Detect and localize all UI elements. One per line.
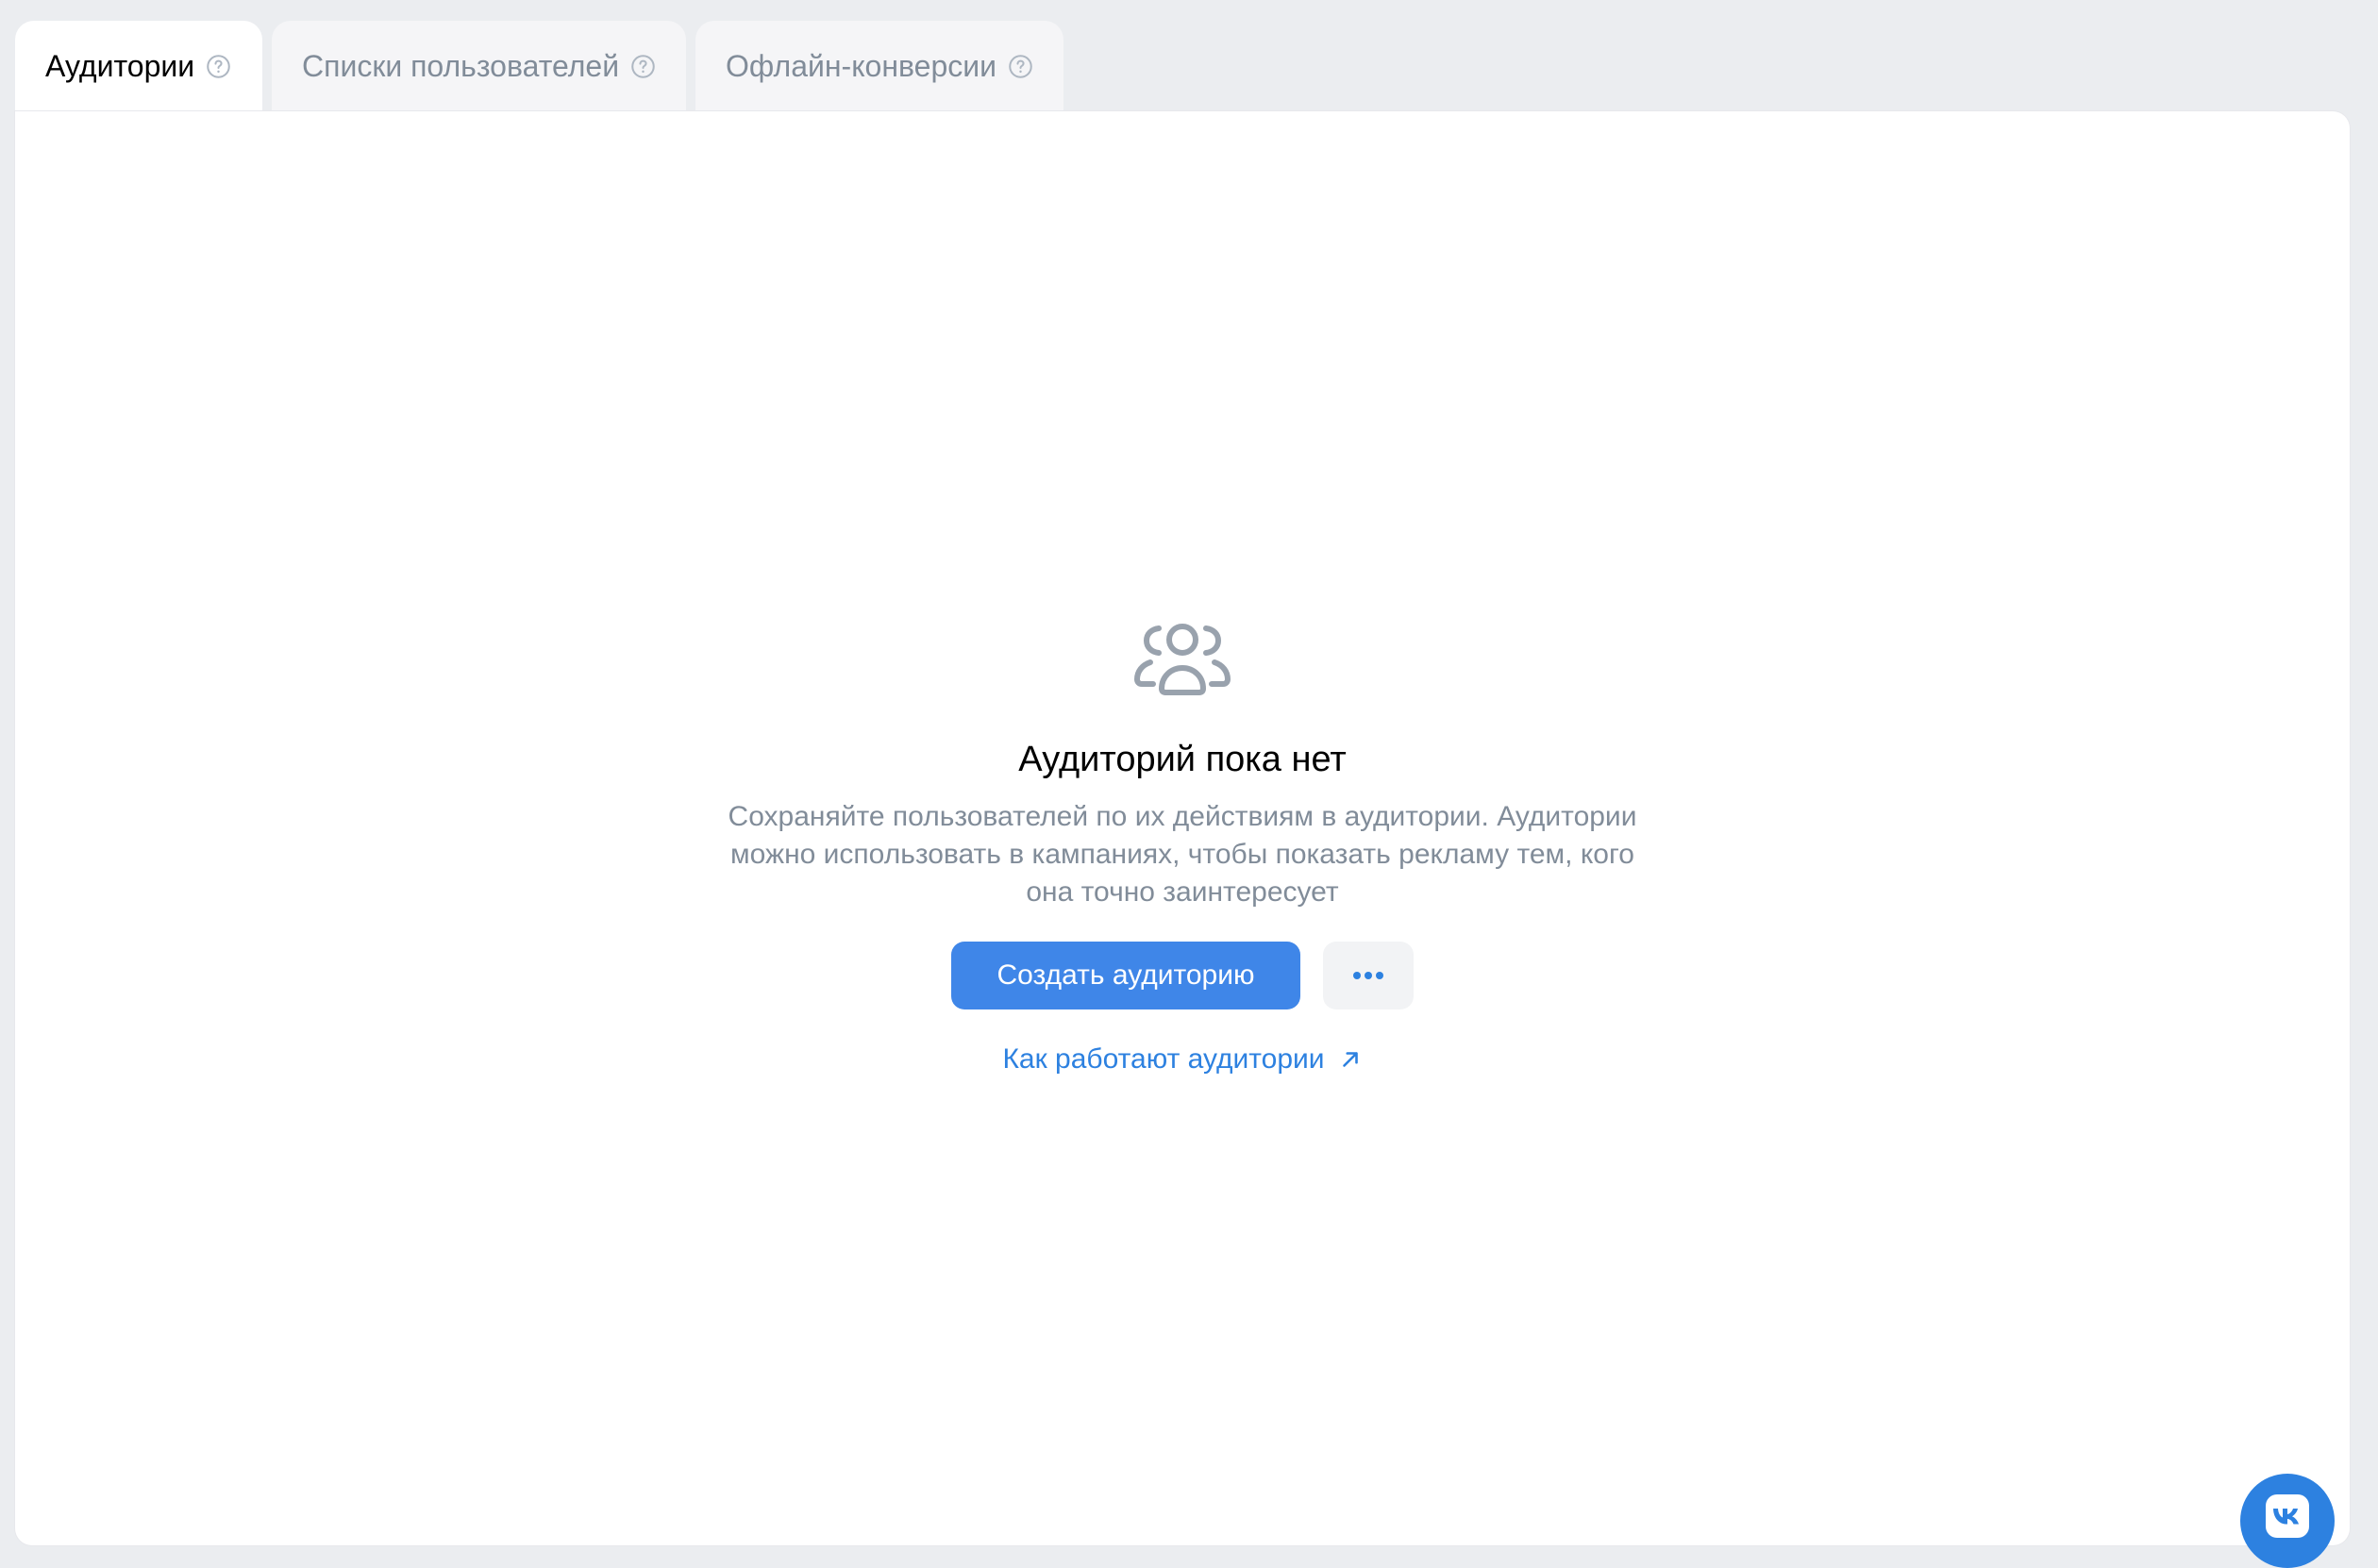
vk-logo-icon <box>2266 1494 2309 1538</box>
tab-offline-conversions[interactable]: Офлайн-конверсии <box>695 21 1063 111</box>
empty-state-description: Сохраняйте пользователей по их действиям… <box>728 801 1637 908</box>
empty-state-title: Аудиторий пока нет <box>1018 740 1347 779</box>
tab-bar: Аудитории Списки пользователей Офлайн-ко… <box>15 21 1063 111</box>
more-button[interactable] <box>1323 942 1414 1009</box>
tab-user-lists[interactable]: Списки пользователей <box>272 21 686 111</box>
help-icon[interactable] <box>206 54 231 79</box>
empty-state-actions: Создать аудиторию <box>951 942 1414 1009</box>
vk-support-button[interactable] <box>2240 1474 2335 1568</box>
help-icon[interactable] <box>1008 54 1033 79</box>
tab-offline-conversions-label: Офлайн-конверсии <box>726 48 996 83</box>
users-group-icon <box>1134 624 1231 695</box>
how-audiences-work-link[interactable]: Как работают аудитории <box>1002 1043 1362 1076</box>
tab-user-lists-label: Списки пользователей <box>302 48 620 83</box>
tab-audiences-label: Аудитории <box>45 48 195 83</box>
content-panel: Аудиторий пока нет Сохраняйте пользовате… <box>15 111 2350 1545</box>
tab-audiences[interactable]: Аудитории <box>15 21 262 111</box>
how-audiences-work-label: Как работают аудитории <box>1002 1043 1325 1075</box>
empty-state: Аудиторий пока нет Сохраняйте пользовате… <box>15 621 2350 1076</box>
help-icon[interactable] <box>630 54 656 79</box>
create-audience-button[interactable]: Создать аудиторию <box>951 942 1300 1009</box>
more-dots-icon <box>1353 972 1383 979</box>
external-link-arrow-icon <box>1342 1052 1358 1067</box>
